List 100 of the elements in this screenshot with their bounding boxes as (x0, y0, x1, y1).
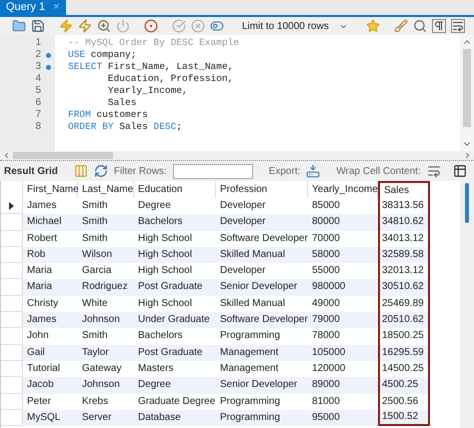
autocommit-icon[interactable] (210, 19, 224, 33)
table-cell-text: Smith (81, 232, 109, 246)
code-line: ORDER BY Sales DESC; (68, 121, 184, 133)
table-cell-text: High School (137, 296, 193, 311)
table-cell-text: Software Developer (219, 313, 308, 328)
vertical-scrollbar[interactable] (460, 35, 474, 151)
result-grid-label: Result Grid (4, 164, 58, 178)
table-cell-text: Post Graduate (137, 280, 204, 294)
lightning-icon[interactable] (78, 19, 92, 33)
table-cell-text: Jacob (26, 378, 55, 392)
table-cell-text: Skilled Manual (219, 248, 286, 262)
table-cell-text: High School (137, 232, 193, 246)
table-cell-text: Masters (137, 362, 175, 376)
table-cell-text: Rob (26, 248, 46, 262)
scroll-right-icon[interactable] (463, 151, 472, 160)
line-number: 1 (35, 37, 41, 49)
table-cell-text: MySQL (26, 410, 62, 425)
export-label: Export: (268, 164, 300, 178)
table-cell-text: Maria (26, 264, 54, 278)
line-number: 5 (35, 85, 41, 97)
commit-icon[interactable] (172, 19, 186, 33)
table-cell-text: Robert (26, 232, 58, 246)
table-cell-text: Taylor (81, 346, 110, 360)
magnifier-icon[interactable] (97, 19, 111, 33)
search-icon[interactable] (412, 19, 427, 33)
table-cell-text: 89000 (311, 378, 341, 392)
code-line: Yearly_Income, (106, 85, 189, 97)
line-number: 7 (35, 109, 41, 121)
pilcrow-icon[interactable] (432, 19, 446, 33)
table-cell-text: Smith (81, 215, 109, 230)
save-icon[interactable] (31, 19, 45, 33)
horizontal-scrollbar[interactable] (0, 151, 474, 161)
table-cell-text: Rodriguez (81, 280, 129, 294)
table-cell-text: Graduate Degree (137, 394, 216, 409)
table-cell-text: Wilson (81, 248, 114, 262)
table-cell-text: Johnson (81, 378, 121, 392)
folder-icon[interactable] (12, 19, 26, 33)
side-panel-tab[interactable] (465, 183, 469, 223)
table-cell-text: Software Developer (219, 232, 308, 246)
lightning-icon[interactable] (59, 19, 73, 33)
table-cell-text: 85000 (311, 199, 341, 213)
filter-field[interactable] (172, 164, 253, 178)
table-cell-text: Krebs (81, 394, 110, 409)
table-cell-text: Server (81, 410, 112, 425)
table-cell-text: Senior Developer (219, 378, 298, 392)
code-line: FROM customers (68, 109, 149, 121)
brush-icon[interactable] (394, 19, 408, 33)
line-number: 4 (35, 73, 41, 85)
table-cell-text: Maria (26, 280, 54, 294)
row-header[interactable] (1, 198, 23, 214)
table-cell-text: Gail (26, 346, 46, 360)
table-cell-text: Programming (219, 410, 282, 425)
star-icon[interactable] (366, 19, 380, 33)
wrap-icon[interactable] (450, 19, 465, 33)
code-line: USE company; (68, 49, 138, 61)
table-cell-text: 58000 (311, 248, 341, 262)
table-cell-text: Developer (219, 264, 267, 278)
line-number: 8 (35, 121, 41, 133)
table-cell-text: 81000 (311, 394, 341, 409)
export-icon[interactable] (306, 164, 320, 178)
table-cell-text: Michael (26, 215, 62, 230)
grid-icon[interactable] (74, 164, 88, 178)
table-cell-text: Under Graduate (137, 313, 211, 328)
refresh-icon[interactable] (94, 164, 108, 178)
table-cell-text: 105000 (311, 346, 346, 360)
wrap-icon[interactable] (426, 164, 441, 178)
table-cell-text: Bachelors (137, 329, 184, 344)
code-line: SELECT First_Name, Last_Name, (68, 61, 234, 73)
table-cell-text: 95000 (311, 410, 341, 425)
table-cell-text: Management (219, 346, 280, 360)
table-cell-text: Smith (81, 329, 109, 344)
table-cell-text: Degree (137, 378, 172, 392)
rollback-icon[interactable] (191, 19, 205, 33)
scroll-left-icon[interactable] (2, 151, 11, 160)
stop-icon[interactable] (116, 19, 130, 33)
table-cell-text: John (26, 329, 50, 344)
table-cell-text: 980000 (311, 280, 346, 294)
table-cell-text: Peter (26, 394, 52, 409)
table-cell-text: James (26, 199, 58, 213)
panel-toggle-icon[interactable] (452, 164, 467, 178)
code-line: Education, Profession, (106, 73, 234, 85)
table-cell-text: Programming (219, 394, 282, 409)
table-cell-text: 55000 (311, 264, 341, 278)
wrap-label: Wrap Cell Content: (336, 164, 421, 178)
toggle-icon[interactable] (144, 19, 158, 33)
table-cell-text: 79000 (311, 313, 341, 328)
table-cell-text: Degree (137, 199, 172, 213)
table-cell-text: 70000 (311, 232, 341, 246)
table-cell-text: Developer (219, 199, 267, 213)
table-cell-text: White (81, 296, 109, 311)
table-cell-text: James (26, 313, 58, 328)
table-cell-text: Senior Developer (219, 280, 298, 294)
code-line: -- MySQL Order By DESC Example (68, 37, 240, 49)
table-cell-text: Gateway (81, 362, 122, 376)
table-cell-text: High School (137, 264, 193, 278)
query-tab[interactable]: Query 1 × (0, 0, 66, 15)
filter-label: Filter Rows: (114, 164, 167, 178)
table-cell-text: 49000 (311, 296, 341, 311)
table-cell-text: Post Graduate (137, 346, 204, 360)
table-cell-text: Smith (81, 199, 109, 213)
